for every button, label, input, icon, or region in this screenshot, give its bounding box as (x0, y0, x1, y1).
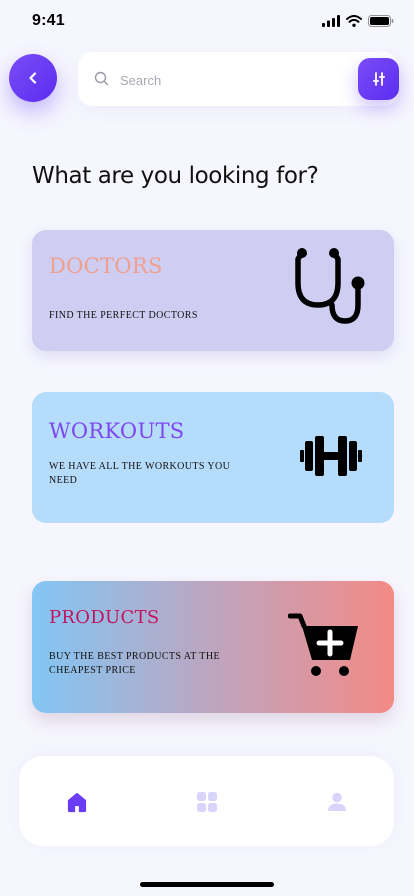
cellular-signal-icon (322, 15, 340, 27)
status-time: 9:41 (32, 12, 65, 29)
search-icon (94, 71, 109, 86)
card-description: WE HAVE ALL THE WORKOUTS YOU NEED (49, 461, 231, 486)
doctors-card[interactable]: DOCTORS FIND THE PERFECT DOCTORS (32, 230, 394, 351)
card-description: FIND THE PERFECT DOCTORS (49, 310, 198, 321)
status-icons (322, 15, 394, 27)
cart-plus-icon (288, 613, 358, 676)
search-bar[interactable] (78, 52, 398, 106)
sliders-icon (372, 72, 385, 86)
home-icon (67, 792, 87, 813)
filter-button[interactable] (358, 58, 399, 100)
nav-item-profile[interactable] (325, 790, 349, 814)
nav-item-categories[interactable] (195, 790, 219, 814)
battery-icon (368, 15, 394, 27)
user-icon (328, 792, 346, 811)
wifi-icon (346, 15, 362, 27)
home-indicator (140, 882, 274, 887)
nav-item-home[interactable] (65, 790, 89, 814)
search-input[interactable] (118, 67, 352, 93)
page-title: What are you looking for? (32, 163, 319, 189)
bottom-nav (19, 756, 394, 846)
card-title: WORKOUTS (49, 419, 185, 443)
grid-icon (197, 792, 217, 812)
chevron-left-icon (29, 72, 37, 84)
workouts-card[interactable]: WORKOUTS WE HAVE ALL THE WORKOUTS YOU NE… (32, 392, 394, 523)
card-description: BUY THE BEST PRODUCTS AT THE CHEAPEST PR… (49, 651, 220, 676)
card-title: PRODUCTS (49, 607, 160, 628)
dumbbell-icon (300, 436, 362, 476)
products-card[interactable]: PRODUCTS BUY THE BEST PRODUCTS AT THE CH… (32, 581, 394, 713)
back-button[interactable] (9, 54, 57, 102)
stethoscope-icon (295, 248, 365, 324)
card-title: DOCTORS (49, 254, 163, 278)
status-bar: 9:41 (0, 0, 414, 44)
